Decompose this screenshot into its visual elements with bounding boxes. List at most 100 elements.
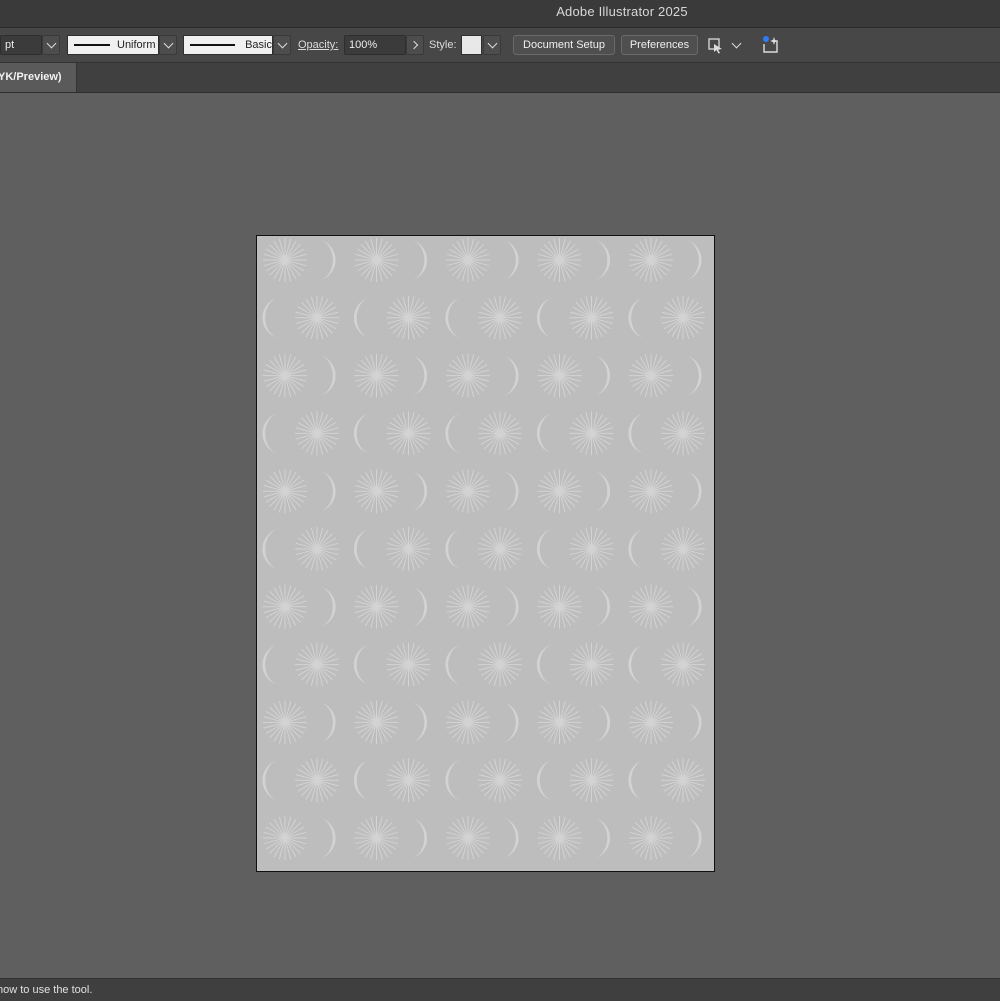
sunburst-icon [386,642,431,687]
moon-sun-pattern [262,238,705,860]
crescent-moon-icon [504,471,519,512]
crescent-moon-icon [445,529,460,569]
chevron-down-icon [277,38,287,49]
sunburst-icon [446,238,490,282]
crescent-moon-icon [412,818,428,858]
sunburst-icon [629,238,673,282]
variable-width-profile-label: Uniform [117,39,156,51]
opacity-slider-button[interactable] [406,35,424,55]
sunburst-icon [295,758,339,803]
crescent-moon-icon [536,529,552,569]
sunburst-icon [661,411,705,456]
brush-definition-select[interactable]: Basic [183,35,273,55]
sunburst-icon [569,758,614,803]
sunburst-icon [661,642,705,687]
sunburst-icon [446,816,490,860]
crescent-moon-icon [321,240,336,280]
style-label: Style: [429,39,457,51]
sunburst-icon [537,816,582,860]
crescent-moon-icon [504,240,519,280]
sunburst-icon [263,584,307,629]
brush-preview-line [190,44,236,46]
opacity-field[interactable]: 100% [344,35,406,55]
crescent-moon-icon [504,586,519,627]
crescent-moon-icon [687,702,702,743]
sunburst-icon [569,411,614,456]
graphic-style-swatch[interactable] [461,35,482,55]
stroke-weight-field[interactable]: pt [0,35,42,55]
crescent-moon-icon [321,586,336,627]
crescent-moon-icon [262,297,277,338]
sunburst-icon [263,816,307,860]
sunburst-icon [478,295,522,340]
discover-button[interactable] [760,35,782,55]
sunburst-icon [537,700,582,745]
variable-width-dropdown[interactable] [159,35,177,55]
crescent-moon-icon [262,644,277,685]
sunburst-icon [354,700,399,745]
brush-definition-dropdown[interactable] [273,35,291,55]
document-setup-button[interactable]: Document Setup [513,35,615,55]
sunburst-icon [446,353,490,398]
sunburst-icon [661,527,705,571]
crescent-moon-icon [262,413,277,454]
crescent-moon-icon [536,413,552,454]
crescent-moon-icon [412,355,428,396]
sunburst-icon [386,295,431,340]
crescent-moon-icon [595,355,611,396]
sunburst-icon [386,411,431,456]
stroke-weight-dropdown[interactable] [42,35,60,55]
sunburst-icon [295,411,339,456]
crescent-moon-icon [536,644,552,685]
sunburst-icon [386,527,431,571]
chevron-down-icon [163,38,173,49]
document-tab[interactable]: YK/Preview) [0,63,77,92]
crescent-moon-icon [321,702,336,743]
variable-width-profile-select[interactable]: Uniform [67,35,159,55]
sunburst-icon [295,642,339,687]
graphic-style-dropdown[interactable] [483,35,501,55]
crescent-moon-icon [445,297,460,338]
chevron-down-icon [487,38,497,49]
crescent-moon-icon [412,471,428,512]
sunburst-icon [446,584,490,629]
app-title: Adobe Illustrator 2025 [556,4,688,19]
stroke-preview-line [74,44,110,46]
crescent-moon-icon [687,240,702,280]
crescent-moon-icon [504,355,519,396]
preferences-button[interactable]: Preferences [621,35,698,55]
crescent-moon-icon [687,818,702,858]
crescent-moon-icon [595,702,611,743]
crescent-moon-icon [412,702,428,743]
status-bar: how to use the tool. [0,978,1000,1001]
sunburst-icon [629,584,673,629]
crescent-moon-icon [687,471,702,512]
sunburst-icon [537,238,582,282]
brush-definition-label: Basic [245,39,272,51]
crescent-moon-icon [595,586,611,627]
crescent-moon-icon [628,413,643,454]
sunburst-icon [354,816,399,860]
crescent-moon-icon [353,760,369,801]
sunburst-icon [569,642,614,687]
crescent-moon-icon [595,471,611,512]
sunburst-icon [263,700,307,745]
crescent-moon-icon [321,818,336,858]
opacity-label[interactable]: Opacity: [298,35,338,55]
artboard[interactable] [256,235,715,872]
crescent-moon-icon [595,818,611,858]
crescent-moon-icon [262,529,277,569]
crescent-moon-icon [353,644,369,685]
sunburst-icon [295,295,339,340]
chevron-right-icon [409,40,418,50]
document-tab-bar: YK/Preview) [0,63,1000,93]
crescent-moon-icon [504,702,519,743]
chevron-down-icon [46,38,56,49]
control-bar: pt Uniform Basic Opacity: 100% Style: Do… [0,28,1000,63]
sunburst-icon [263,238,307,282]
arrange-documents-icon [708,38,722,54]
title-bar: Adobe Illustrator 2025 [0,0,1000,28]
sunburst-icon [537,353,582,398]
arrange-documents-button[interactable] [706,35,742,55]
sunburst-icon [263,353,307,398]
